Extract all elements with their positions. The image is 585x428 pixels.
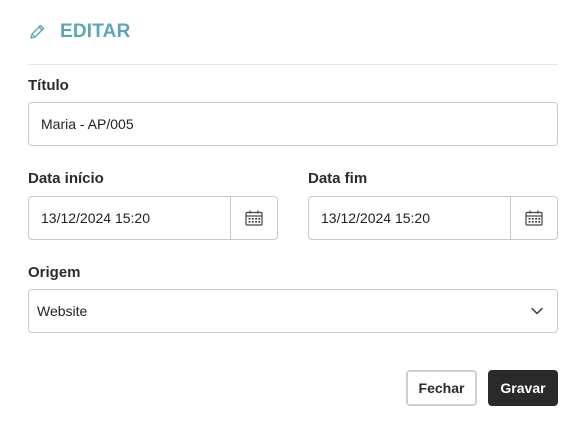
origem-label: Origem bbox=[28, 264, 81, 281]
close-button[interactable]: Fechar bbox=[406, 370, 477, 406]
data-inicio-calendar-button[interactable] bbox=[230, 197, 277, 239]
calendar-icon bbox=[525, 210, 543, 226]
save-button[interactable]: Gravar bbox=[488, 370, 558, 406]
data-fim-label: Data fim bbox=[308, 170, 368, 187]
modal-header: EDITAR bbox=[28, 20, 131, 44]
data-fim-calendar-button[interactable] bbox=[510, 197, 557, 239]
pencil-icon bbox=[28, 23, 46, 41]
calendar-icon bbox=[245, 210, 263, 226]
data-inicio-label: Data início bbox=[28, 170, 104, 187]
titulo-value: Maria - AP/005 bbox=[41, 116, 134, 132]
origem-select[interactable]: Website bbox=[28, 289, 558, 333]
data-fim-input[interactable]: 13/12/2024 15:20 bbox=[308, 196, 558, 240]
modal-title: EDITAR bbox=[60, 21, 131, 42]
data-inicio-input[interactable]: 13/12/2024 15:20 bbox=[28, 196, 278, 240]
data-fim-value: 13/12/2024 15:20 bbox=[321, 210, 430, 226]
titulo-label: Título bbox=[28, 77, 69, 94]
origem-value: Website bbox=[37, 303, 88, 319]
titulo-input[interactable]: Maria - AP/005 bbox=[28, 102, 558, 146]
data-inicio-value: 13/12/2024 15:20 bbox=[41, 210, 150, 226]
chevron-down-icon[interactable] bbox=[517, 290, 557, 332]
header-divider bbox=[28, 64, 558, 65]
